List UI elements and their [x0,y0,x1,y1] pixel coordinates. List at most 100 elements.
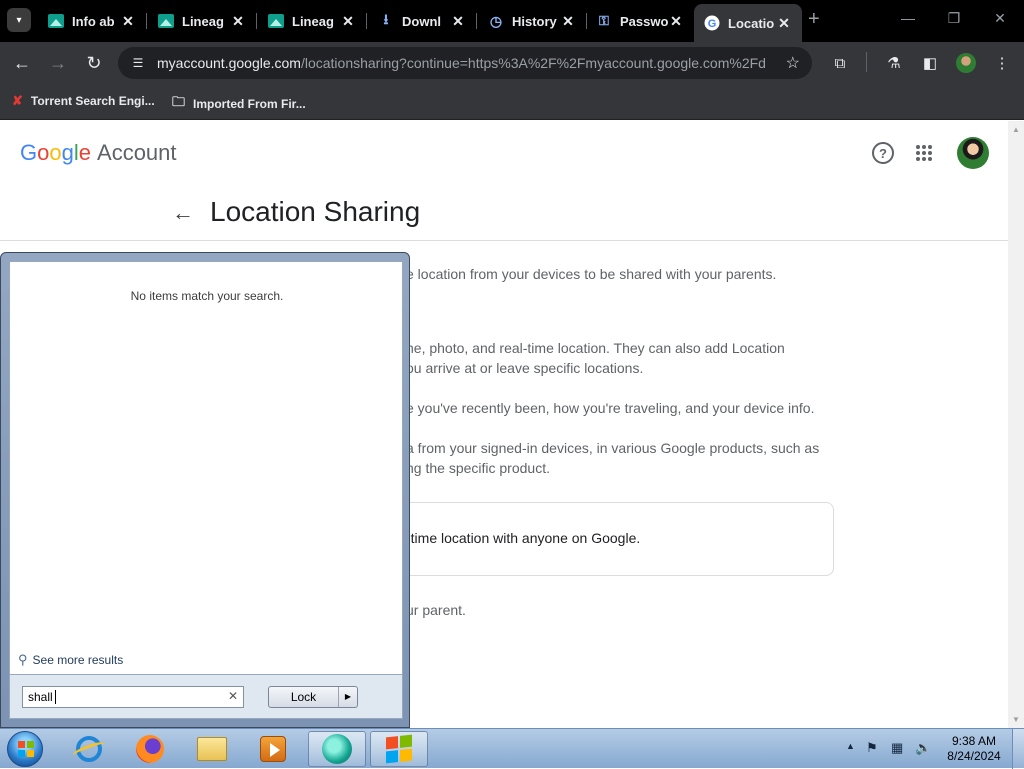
logo-letter: o [49,140,62,165]
file-explorer-icon[interactable] [183,731,241,767]
key-icon: ⚿ [599,13,609,28]
tab-close-icon[interactable]: ✕ [560,13,576,30]
start-button[interactable] [7,731,43,767]
new-tab-button[interactable]: + [808,8,820,31]
power-options-arrow-icon[interactable]: ▶ [339,687,357,707]
bookmark-star-icon[interactable]: ☆ [786,53,800,73]
google-account-logo[interactable]: Google Account [20,140,177,166]
tab-passwords[interactable]: ⚿ Passwo ✕ [586,6,694,36]
tab-lineage-1[interactable]: Lineag ✕ [148,6,257,36]
windows-icon[interactable] [370,731,428,767]
logo-letter: g [61,140,74,165]
account-avatar[interactable] [957,137,989,169]
tab-close-icon[interactable]: ✕ [340,13,356,30]
browser-toolbar: ← → ↻ ☰ myaccount.google.com/locationsha… [0,42,1024,84]
bookmark-folder-imported[interactable]: 🗀 Imported From Fir... [172,93,306,115]
profile-avatar[interactable] [956,53,976,73]
search-results-pane: No items match your search. ⚲ See more r… [9,261,403,675]
tab-lineage-2[interactable]: Lineag ✕ [258,6,367,36]
volume-muted-icon[interactable]: 🔈 [915,740,931,756]
extensions-icon[interactable]: ⧉ [830,53,850,73]
reload-icon[interactable]: ↻ [82,51,106,75]
tab-info[interactable]: Info ab ✕ [38,6,147,36]
show-hidden-icons-icon[interactable]: ▲ [846,741,855,751]
site-info-icon[interactable]: ☰ [128,56,148,70]
windows-flag-icon [18,741,34,757]
tab-title: History [512,13,557,29]
page-scrollbar[interactable]: ▲ ▼ [1008,121,1024,728]
bookmark-label: Imported From Fir... [193,97,306,111]
page-title: Location Sharing [210,196,421,227]
svg-text:G: G [708,18,717,30]
google-g-icon: G [704,15,720,31]
torrent-x-icon: ✘ [12,93,23,108]
teal-landscape-icon [158,13,174,29]
show-desktop-button[interactable] [1012,729,1024,769]
start-search-input[interactable]: shall ✕ [22,686,244,708]
tab-history[interactable]: ◷ History ✕ [478,6,587,36]
see-more-label: See more results [32,653,124,667]
side-panel-icon[interactable]: ◧ [920,53,940,73]
system-clock[interactable]: 9:38 AM 8/24/2024 [944,734,1004,764]
paragraph-line: ng the specific product. [406,460,550,476]
text-caret [54,690,56,704]
tab-search-icon[interactable]: ▾ [7,8,31,32]
help-icon[interactable]: ? [872,142,894,164]
logo-letter: e [78,140,92,165]
tab-close-icon[interactable]: ✕ [668,13,684,30]
tab-strip: ▾ Info ab ✕ Lineag ✕ Lineag ✕ ⭳ Downl ✕ … [0,0,1024,42]
no-results-message: No items match your search. [130,289,284,303]
internet-explorer-icon[interactable] [60,731,118,767]
url-host: myaccount.google.com [157,55,301,71]
back-arrow-icon[interactable]: ← [172,200,194,226]
forward-icon[interactable]: → [46,51,70,75]
toolbar-divider [866,52,867,72]
google-apps-icon[interactable] [916,145,932,161]
chrome-menu-icon[interactable]: ⋮ [992,53,1012,73]
network-icon[interactable]: ▦ [891,740,903,756]
action-center-flag-icon[interactable]: ⚑ [866,740,878,756]
scroll-up-icon[interactable]: ▲ [1012,125,1020,134]
back-icon[interactable]: ← [10,51,34,75]
bookmarks-bar: ✘ Torrent Search Engi... 🗀 Imported From… [0,84,1024,120]
header-divider [0,240,1008,241]
media-player-icon[interactable] [244,731,302,767]
clock-date: 8/24/2024 [947,749,1001,763]
logo-letter: o [37,140,50,165]
tab-close-icon[interactable]: ✕ [450,13,466,30]
labs-flask-icon[interactable]: ⚗ [884,53,904,73]
paragraph-line: ne, photo, and real-time location. They … [406,340,785,356]
close-window-button[interactable]: ✕ [990,10,1010,27]
start-menu: No items match your search. ⚲ See more r… [0,252,410,728]
teal-app-icon[interactable] [308,731,366,767]
scroll-down-icon[interactable]: ▼ [1012,715,1020,724]
tab-title: Lineag [182,13,224,29]
address-bar[interactable]: ☰ myaccount.google.com/locationsharing?c… [118,47,812,79]
tab-title: Downl [402,13,441,29]
footer-text: ur parent. [406,602,466,618]
tab-title: Passwo [620,13,668,29]
tab-close-icon[interactable]: ✕ [230,13,246,30]
tab-location-sharing[interactable]: G Locatio ✕ [694,4,802,42]
firefox-icon[interactable] [121,731,179,767]
see-more-results-link[interactable]: ⚲ See more results [18,652,123,668]
minimize-button[interactable]: — [898,10,918,26]
clock-time: 9:38 AM [951,734,997,748]
clear-search-icon[interactable]: ✕ [228,689,238,703]
url-text[interactable]: myaccount.google.com/locationsharing?con… [157,55,767,71]
tab-title: Info ab [72,13,115,29]
tab-close-icon[interactable]: ✕ [120,13,136,30]
logo-letter: G [20,140,38,165]
lock-button[interactable]: Lock [269,687,339,707]
paragraph-line: e you've recently been, how you're trave… [406,400,815,416]
tab-close-icon[interactable]: ✕ [776,15,792,32]
restore-button[interactable]: ❐ [944,10,964,27]
tab-downloads[interactable]: ⭳ Downl ✕ [368,6,477,36]
start-menu-footer: shall ✕ Lock ▶ [9,675,403,719]
history-icon: ◷ [489,12,503,29]
bookmark-torrent[interactable]: ✘ Torrent Search Engi... [12,93,155,109]
logo-account-word: Account [97,140,177,165]
search-query: shall [28,690,53,704]
teal-landscape-icon [268,13,284,29]
teal-landscape-icon [48,13,64,29]
